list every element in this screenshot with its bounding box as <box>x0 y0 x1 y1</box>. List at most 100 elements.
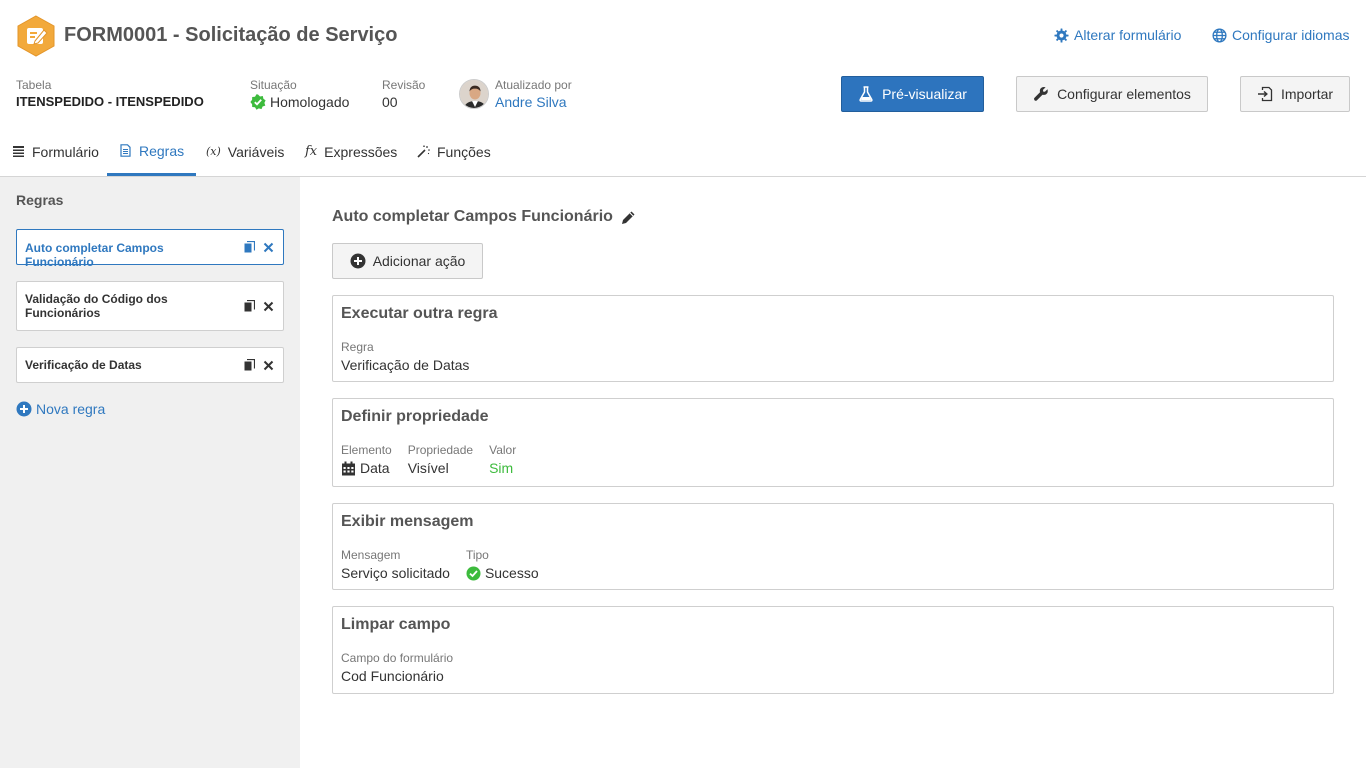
page-title: FORM0001 - Solicitação de Serviço <box>64 24 398 46</box>
field-valor: Valor Sim <box>489 443 516 476</box>
verified-badge-icon <box>250 94 266 110</box>
meta-revisao: Revisão 00 <box>382 78 425 110</box>
close-icon[interactable] <box>263 360 274 371</box>
calendar-icon <box>342 461 355 475</box>
field-campo-formulario: Campo do formulário Cod Funcionário <box>341 651 453 684</box>
configurar-idiomas-link[interactable]: Configurar idiomas <box>1212 27 1350 43</box>
nova-regra-label: Nova regra <box>36 401 106 417</box>
tab-variaveis[interactable]: (x) Variáveis <box>194 128 296 175</box>
copy-icon[interactable] <box>244 241 255 253</box>
action-title: Definir propriedade <box>341 408 489 425</box>
field-tipo: Tipo Sucesso <box>466 548 539 581</box>
tab-formulario[interactable]: Formulário <box>0 128 111 175</box>
action-title: Executar outra regra <box>341 305 498 322</box>
configurar-elementos-label: Configurar elementos <box>1057 86 1191 102</box>
copy-icon[interactable] <box>244 300 255 312</box>
copy-icon[interactable] <box>244 359 255 371</box>
atualizado-user-link[interactable]: Andre Silva <box>495 94 572 110</box>
field-value-text: Sucesso <box>484 565 539 581</box>
rules-sidebar: Regras Auto completar Campos Funcionário… <box>0 177 300 768</box>
tab-expressoes-label: Expressões <box>324 143 398 160</box>
check-circle-icon <box>466 566 481 580</box>
field-value: Data <box>341 460 392 476</box>
user-photo-icon <box>460 80 488 108</box>
tab-regras-label: Regras <box>139 142 185 159</box>
adicionar-acao-label: Adicionar ação <box>372 253 466 269</box>
tab-regras[interactable]: Regras <box>107 128 197 176</box>
form-logo-icon <box>17 15 55 57</box>
pencil-icon[interactable] <box>621 210 636 225</box>
meta-tabela: Tabela ITENSPEDIDO - ITENSPEDIDO <box>16 78 204 110</box>
action-fields: Campo do formulário Cod Funcionário <box>341 651 453 684</box>
tab-funcoes-label: Funções <box>437 143 491 160</box>
nova-regra-button[interactable]: Nova regra <box>16 401 105 417</box>
action-fields: Elemento Data Propriedade Visível Valor … <box>341 443 516 476</box>
alterar-formulario-link[interactable]: Alterar formulário <box>1054 27 1181 43</box>
rule-item-auto-completar[interactable]: Auto completar Campos Funcionário <box>16 229 284 269</box>
situacao-label: Situação <box>250 78 297 92</box>
configurar-elementos-button[interactable]: Configurar elementos <box>1016 76 1208 112</box>
field-value-text: Data <box>360 460 390 476</box>
action-card-exibir-mensagem[interactable]: Exibir mensagem Mensagem Serviço solicit… <box>332 503 1334 590</box>
field-label: Mensagem <box>341 548 401 562</box>
meta-atualizado: Atualizado por Andre Silva <box>495 78 572 110</box>
revisao-label: Revisão <box>382 78 426 92</box>
field-elemento: Elemento Data <box>341 443 392 476</box>
rule-name: Verificação de Datas <box>25 358 142 372</box>
close-icon[interactable] <box>263 301 274 312</box>
action-card-executar-regra[interactable]: Executar outra regra Regra Verificação d… <box>332 295 1334 382</box>
action-fields: Regra Verificação de Datas <box>341 340 469 373</box>
wrench-icon <box>1034 86 1048 101</box>
importar-button[interactable]: Importar <box>1240 76 1350 112</box>
field-label: Valor <box>489 443 517 457</box>
field-value: Sim <box>489 460 514 476</box>
field-value: Serviço solicitado <box>341 565 450 581</box>
field-value: Visível <box>407 460 449 476</box>
gear-icon <box>1054 27 1069 43</box>
action-card-definir-propriedade[interactable]: Definir propriedade Elemento Data Propri… <box>332 398 1334 487</box>
configurar-idiomas-label: Configurar idiomas <box>1232 27 1350 43</box>
field-value: Cod Funcionário <box>341 668 444 684</box>
close-icon[interactable] <box>263 242 274 253</box>
flask-icon <box>859 86 873 102</box>
magic-wand-icon <box>417 145 430 158</box>
form-list-icon <box>13 146 24 157</box>
rule-title-text: Auto completar Campos Funcionário <box>332 208 613 225</box>
tab-variaveis-label: Variáveis <box>227 143 285 160</box>
field-label: Elemento <box>341 443 392 457</box>
alterar-formulario-label: Alterar formulário <box>1074 27 1182 43</box>
field-label: Regra <box>341 340 374 354</box>
rule-title: Auto completar Campos Funcionário <box>332 208 636 226</box>
variable-icon: (x) <box>206 145 221 158</box>
field-label: Campo do formulário <box>341 651 454 665</box>
field-propriedade: Propriedade Visível <box>408 443 473 476</box>
tab-bar: Formulário Regras (x) Variáveis fx Expre… <box>0 128 1366 177</box>
function-icon: fx <box>305 144 318 159</box>
field-mensagem: Mensagem Serviço solicitado <box>341 548 450 581</box>
globe-icon <box>1212 27 1227 43</box>
action-fields: Mensagem Serviço solicitado Tipo Sucesso <box>341 548 539 581</box>
pre-visualizar-label: Pré-visualizar <box>882 86 967 102</box>
rule-item-validacao[interactable]: Validação do Código dos Funcionários <box>16 281 284 331</box>
revisao-value: 00 <box>382 94 398 110</box>
action-card-limpar-campo[interactable]: Limpar campo Campo do formulário Cod Fun… <box>332 606 1334 694</box>
atualizado-label: Atualizado por <box>495 78 572 92</box>
adicionar-acao-button[interactable]: Adicionar ação <box>332 243 483 279</box>
field-label: Tipo <box>465 548 489 562</box>
tab-funcoes[interactable]: Funções <box>405 128 503 175</box>
rule-name: Auto completar Campos Funcionário <box>25 241 164 269</box>
field-value: Verificação de Datas <box>341 357 470 373</box>
situacao-status: Homologado <box>250 94 349 110</box>
situacao-value: Homologado <box>270 94 350 110</box>
action-title: Exibir mensagem <box>341 513 474 530</box>
tab-expressoes[interactable]: fx Expressões <box>293 128 409 175</box>
document-icon <box>120 144 131 157</box>
rule-item-verificacao[interactable]: Verificação de Datas <box>16 347 284 383</box>
import-icon <box>1257 86 1273 102</box>
rule-name: Validação do Código dos Funcionários <box>25 292 168 320</box>
importar-label: Importar <box>1280 86 1334 102</box>
tabela-value: ITENSPEDIDO - ITENSPEDIDO <box>16 94 204 109</box>
pre-visualizar-button[interactable]: Pré-visualizar <box>841 76 984 112</box>
meta-situacao: Situação Homologado <box>250 78 349 110</box>
field-regra: Regra Verificação de Datas <box>341 340 469 373</box>
